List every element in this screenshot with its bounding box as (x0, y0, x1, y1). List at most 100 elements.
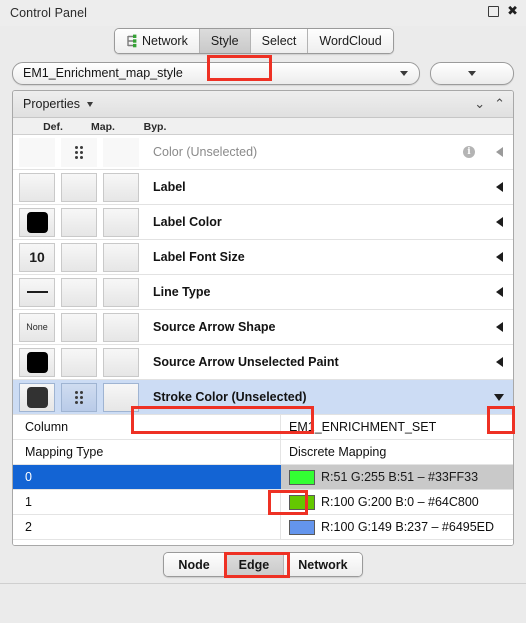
property-expander[interactable] (485, 147, 513, 157)
color-swatch (26, 386, 48, 408)
triangle-left-icon (495, 217, 503, 227)
property-expander[interactable] (485, 252, 513, 262)
property-expander[interactable] (485, 393, 513, 401)
property-expander[interactable] (485, 217, 513, 227)
property-row-stroke-color-unselected[interactable]: Stroke Color (Unselected) (13, 380, 513, 415)
mapping-entry-key: 2 (13, 515, 281, 539)
triangle-down-icon (494, 393, 504, 401)
style-selector-row: EM1_Enrichment_map_style (0, 56, 526, 90)
chevron-down-icon (400, 71, 408, 76)
mapping-entry-key: 0 (13, 465, 281, 489)
tab-network-label: Network (142, 34, 188, 48)
mapping-type-value[interactable]: Discrete Mapping (281, 440, 513, 464)
mapping-entry-value-cell[interactable]: R:100 G:200 B:0 – #64C800 (281, 490, 513, 514)
default-value-cell[interactable] (19, 277, 55, 307)
tab-select[interactable]: Select (250, 29, 309, 53)
bypass-value-cell[interactable] (103, 347, 139, 377)
bypass-value-cell[interactable] (103, 312, 139, 342)
style-select[interactable]: EM1_Enrichment_map_style (12, 61, 420, 85)
bottom-tab-edge[interactable]: Edge (224, 553, 285, 576)
property-expander[interactable] (485, 322, 513, 332)
property-expander[interactable] (485, 182, 513, 192)
property-row-line-type[interactable]: Line Type (13, 275, 513, 310)
bottom-tab-node-label: Node (178, 557, 210, 572)
default-value-cell[interactable]: None (19, 312, 55, 342)
bypass-value-cell[interactable] (103, 172, 139, 202)
property-list: Color (Unselected) i Label Label Color 1… (13, 135, 513, 415)
property-row-label-font-size[interactable]: 10 Label Font Size (13, 240, 513, 275)
property-expander[interactable] (485, 357, 513, 367)
color-swatch (289, 469, 315, 485)
window-buttons: ✖ (488, 5, 518, 18)
color-swatch (26, 351, 48, 373)
top-tabstrip-container: Network Style Select WordCloud (0, 26, 526, 81)
default-value-text: None (26, 322, 48, 332)
bottom-tab-network-label: Network (298, 557, 348, 572)
property-expander[interactable] (485, 287, 513, 297)
property-row-source-arrow-shape[interactable]: None Source Arrow Shape (13, 310, 513, 345)
double-chevron-up-icon[interactable]: ⌃ (494, 98, 505, 111)
mapping-value-cell[interactable] (61, 382, 97, 412)
bypass-value-cell[interactable] (103, 207, 139, 237)
default-value-cell[interactable] (19, 347, 55, 377)
bypass-value-cell[interactable] (103, 382, 139, 412)
mapping-column-label: Column (13, 415, 281, 439)
bypass-value-cell[interactable] (103, 137, 139, 167)
tab-style[interactable]: Style (199, 29, 251, 53)
column-header-def: Def. (43, 121, 63, 133)
tab-select-label: Select (261, 34, 297, 48)
default-value-cell[interactable] (19, 137, 55, 167)
mapping-dots-icon (74, 390, 84, 404)
mapping-detail-table: Column EM1_ENRICHMENT_SET Mapping Type D… (13, 415, 513, 545)
mapping-value-cell[interactable] (61, 277, 97, 307)
window-titlebar: Control Panel ✖ (0, 0, 526, 26)
property-row-label-color[interactable]: Label Color (13, 205, 513, 240)
style-select-value: EM1_Enrichment_map_style (23, 66, 183, 80)
mapping-value-cell[interactable] (61, 137, 97, 167)
mapping-entry-value-cell[interactable]: R:100 G:149 B:237 – #6495ED (281, 515, 513, 539)
mapping-value-cell[interactable] (61, 207, 97, 237)
mapping-value-cell[interactable] (61, 242, 97, 272)
bottom-tab-node[interactable]: Node (164, 553, 225, 576)
property-label: Source Arrow Shape (153, 320, 276, 334)
window-title: Control Panel (10, 6, 88, 20)
mapping-value-cell[interactable] (61, 312, 97, 342)
bottom-tabstrip: Node Edge Network (163, 552, 363, 577)
float-window-icon[interactable] (488, 6, 500, 17)
mapping-type-label: Mapping Type (13, 440, 281, 464)
tab-wordcloud-label: WordCloud (319, 34, 382, 48)
mapping-entry-row[interactable]: 2 R:100 G:149 B:237 – #6495ED (13, 515, 513, 540)
property-label: Line Type (153, 285, 211, 299)
default-value-cell[interactable] (19, 172, 55, 202)
column-header-map: Map. (91, 121, 115, 133)
chevron-down-icon[interactable] (86, 101, 93, 107)
bypass-value-cell[interactable] (103, 277, 139, 307)
tab-wordcloud[interactable]: WordCloud (308, 29, 393, 53)
default-value-cell[interactable] (19, 207, 55, 237)
mapping-value-cell[interactable] (61, 172, 97, 202)
color-swatch (26, 211, 48, 233)
property-label: Label (153, 180, 186, 194)
property-row-label[interactable]: Label (13, 170, 513, 205)
close-icon[interactable]: ✖ (507, 5, 518, 18)
property-label: Label Color (153, 215, 222, 229)
mapping-entry-row[interactable]: 1 R:100 G:200 B:0 – #64C800 (13, 490, 513, 515)
tab-network[interactable]: Network (115, 29, 200, 53)
triangle-left-icon (495, 322, 503, 332)
mapping-value-cell[interactable] (61, 347, 97, 377)
mapping-row-type[interactable]: Mapping Type Discrete Mapping (13, 440, 513, 465)
property-row-source-arrow-unselected-paint[interactable]: Source Arrow Unselected Paint (13, 345, 513, 380)
default-value-cell[interactable]: 10 (19, 242, 55, 272)
property-row-color-unselected[interactable]: Color (Unselected) i (13, 135, 513, 170)
column-header-byp: Byp. (143, 121, 167, 133)
default-value-cell[interactable] (19, 382, 55, 412)
style-options-button[interactable] (430, 61, 514, 85)
mapping-entry-value-cell[interactable]: R:51 G:255 B:51 – #33FF33 (281, 465, 513, 489)
double-chevron-down-icon[interactable]: ⌄ (474, 98, 485, 111)
bypass-value-cell[interactable] (103, 242, 139, 272)
bottom-tab-network[interactable]: Network (284, 553, 362, 576)
mapping-row-column[interactable]: Column EM1_ENRICHMENT_SET (13, 415, 513, 440)
info-icon[interactable]: i (463, 146, 475, 158)
mapping-column-value[interactable]: EM1_ENRICHMENT_SET (281, 415, 513, 439)
mapping-entry-row[interactable]: 0 R:51 G:255 B:51 – #33FF33 (13, 465, 513, 490)
